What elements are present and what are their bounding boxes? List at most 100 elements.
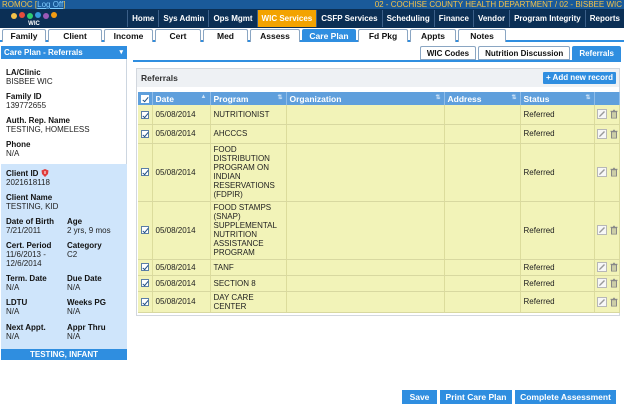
menu-item-finance[interactable]: Finance (433, 10, 473, 27)
referrals-header: Referrals + Add new record (137, 69, 619, 87)
client-info-panel: Care Plan - Referrals ▾ LA/Clinic BISBEE… (1, 46, 127, 360)
logoff-link[interactable]: Log Off (37, 0, 63, 9)
column-header-program[interactable]: Program ⇅ (210, 92, 287, 105)
tab-nutrition-discussion[interactable]: Nutrition Discussion (478, 46, 571, 60)
tab-notes[interactable]: Notes (458, 29, 506, 42)
due-date-field: Due Date N/A (67, 274, 102, 292)
sort-asc-icon[interactable]: ▲ (201, 94, 207, 100)
row-checkbox[interactable] (140, 279, 149, 288)
row-checkbox[interactable] (140, 168, 149, 177)
tab-income[interactable]: Income (104, 29, 153, 42)
client-name-field: Client Name TESTING, KID (6, 193, 58, 211)
referrals-table-body: 05/08/2014 NUTRITIONIST Referred 05/08/201… (138, 105, 620, 313)
la-clinic-field: LA/Clinic BISBEE WIC (6, 68, 53, 86)
menu-item-ops-mgmt[interactable]: Ops Mgmt (208, 10, 256, 27)
table-row[interactable]: 05/08/2014 AHCCCS Referred (138, 124, 620, 144)
trash-icon[interactable] (609, 262, 619, 272)
trash-icon[interactable] (609, 225, 619, 235)
edit-icon[interactable] (596, 262, 607, 272)
select-all-header[interactable] (138, 92, 153, 105)
sort-icon[interactable]: ⇅ (511, 94, 516, 101)
sort-icon[interactable]: ⇅ (277, 94, 282, 101)
term-date-value: N/A (6, 283, 20, 292)
row-select-cell[interactable] (138, 275, 153, 292)
trash-icon[interactable] (609, 109, 619, 119)
edit-icon[interactable] (596, 278, 607, 288)
shield-alert-icon[interactable] (41, 169, 49, 177)
trash-icon[interactable] (609, 278, 619, 288)
row-checkbox[interactable] (140, 297, 149, 306)
row-actions-cell (594, 201, 620, 260)
row-select-cell[interactable] (138, 124, 153, 144)
menu-item-csfp-services[interactable]: CSFP Services (316, 10, 381, 27)
column-header-date[interactable]: Date ▲ (152, 92, 211, 105)
trash-icon[interactable] (609, 167, 619, 177)
client-details-box: Client ID 2021618118 Client Name TESTING… (1, 164, 127, 349)
table-row[interactable]: 05/08/2014 FOOD STAMPS (SNAP) SUPPLEMENTA… (138, 201, 620, 260)
row-select-cell[interactable] (138, 201, 153, 260)
cell-status: Referred (520, 143, 595, 202)
menu-item-sys-admin[interactable]: Sys Admin (158, 10, 208, 27)
edit-icon[interactable] (596, 167, 607, 177)
edit-icon[interactable] (596, 296, 607, 307)
table-row[interactable]: 05/08/2014 DAY CARE CENTER Referred (138, 291, 620, 313)
cell-organization (286, 291, 445, 313)
family-member-selector[interactable]: TESTING, INFANT (1, 349, 127, 360)
menu-item-home[interactable]: Home (127, 10, 158, 27)
row-checkbox[interactable] (140, 129, 149, 138)
complete-assessment-button[interactable]: Complete Assessment (515, 390, 616, 404)
select-all-checkbox[interactable] (140, 95, 149, 104)
save-button[interactable]: Save (402, 390, 437, 404)
table-row[interactable]: 05/08/2014 NUTRITIONIST Referred (138, 105, 620, 125)
table-row[interactable]: 05/08/2014 FOOD DISTRIBUTION PROGRAM ON I… (138, 143, 620, 202)
menu-item-scheduling[interactable]: Scheduling (381, 10, 434, 27)
menu-item-vendor[interactable]: Vendor (472, 10, 509, 27)
tab-wic-codes[interactable]: WIC Codes (419, 46, 477, 60)
column-header-organization[interactable]: Organization ⇅ (286, 92, 445, 105)
column-header-status[interactable]: Status ⇅ (520, 92, 595, 105)
column-header-address[interactable]: Address ⇅ (444, 92, 521, 105)
print-care-plan-button[interactable]: Print Care Plan (440, 390, 512, 404)
edit-icon[interactable] (596, 109, 607, 120)
term-date-label: Term. Date (6, 274, 47, 283)
edit-icon[interactable] (596, 225, 607, 235)
trash-icon[interactable] (609, 297, 619, 307)
menu-item-reports[interactable]: Reports (584, 10, 624, 27)
client-name-value: TESTING, KID (6, 202, 59, 211)
cell-date: 05/08/2014 (152, 143, 211, 202)
care-plan-selector[interactable]: Care Plan - Referrals ▾ (1, 46, 127, 59)
row-select-cell[interactable] (138, 105, 153, 125)
tab-care-plan[interactable]: Care Plan (302, 29, 356, 42)
sort-icon[interactable]: ⇅ (585, 94, 590, 101)
menu-item-wic-services[interactable]: WIC Services (256, 10, 317, 27)
row-actions-cell (594, 275, 620, 292)
cell-date: 05/08/2014 (152, 275, 211, 292)
chevron-down-icon: ▾ (119, 49, 123, 56)
ldtu-value: N/A (6, 307, 20, 316)
edit-icon[interactable] (596, 128, 607, 139)
tab-appts[interactable]: Appts (410, 29, 456, 42)
row-checkbox[interactable] (140, 226, 149, 235)
tab-fd-pkg[interactable]: Fd Pkg (358, 29, 408, 42)
tab-referrals[interactable]: Referrals (572, 46, 621, 60)
cell-status: Referred (520, 105, 595, 125)
address-header-label: Address (447, 93, 482, 104)
cell-date: 05/08/2014 (152, 201, 211, 260)
tab-family[interactable]: Family (2, 29, 46, 42)
table-row[interactable]: 05/08/2014 TANF Referred (138, 259, 620, 276)
row-select-cell[interactable] (138, 291, 153, 313)
tab-assess[interactable]: Assess (250, 29, 300, 42)
row-select-cell[interactable] (138, 143, 153, 202)
row-checkbox[interactable] (140, 263, 149, 272)
trash-icon[interactable] (609, 129, 619, 139)
tab-med[interactable]: Med (203, 29, 248, 42)
tab-cert[interactable]: Cert (155, 29, 201, 42)
tab-client[interactable]: Client (48, 29, 102, 42)
row-select-cell[interactable] (138, 259, 153, 276)
row-checkbox[interactable] (140, 110, 149, 119)
table-row[interactable]: 05/08/2014 SECTION 8 Referred (138, 275, 620, 292)
cell-date: 05/08/2014 (152, 291, 211, 313)
menu-item-program-integrity[interactable]: Program Integrity (509, 10, 585, 27)
add-new-record-button[interactable]: + Add new record (542, 72, 616, 84)
sort-icon[interactable]: ⇅ (435, 94, 440, 101)
